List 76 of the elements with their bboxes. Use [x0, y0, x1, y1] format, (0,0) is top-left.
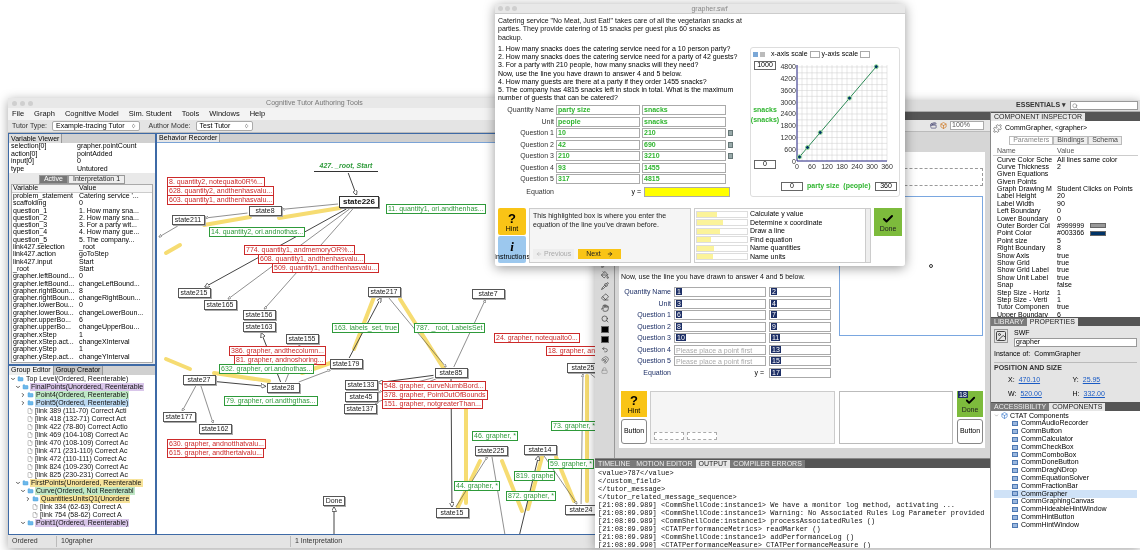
checkmark-icon: [964, 395, 976, 406]
magnet-icon[interactable]: [600, 356, 609, 364]
edge-arrow[interactable]: [331, 506, 337, 534]
equation-field[interactable]: [644, 186, 730, 197]
highlight-stroke: [277, 206, 342, 220]
dropdown-caret-icon: [244, 123, 250, 129]
symbol-icon: [994, 329, 1008, 343]
folder-icon: [32, 496, 39, 502]
stroke-color-swatch[interactable]: [600, 326, 609, 333]
expanded-caret-icon[interactable]: [15, 384, 21, 390]
notepad-icon[interactable]: [728, 141, 733, 148]
highlight-stroke: [164, 243, 182, 255]
file-icon: [27, 472, 33, 478]
file-icon: [27, 424, 33, 430]
edge-arrow[interactable]: [216, 381, 267, 389]
folder-icon: [27, 488, 34, 494]
collapsed-caret-icon[interactable]: [25, 496, 31, 502]
file-icon: [27, 440, 33, 446]
state-node[interactable]: state226: [339, 196, 379, 208]
notepad-icon[interactable]: [728, 153, 733, 160]
nav-button[interactable]: [687, 432, 717, 440]
expanded-caret-icon[interactable]: [15, 480, 21, 486]
folder-icon: [27, 520, 34, 526]
collapsed-caret-icon[interactable]: [20, 392, 26, 398]
nav-button[interactable]: [654, 432, 684, 440]
highlight-stroke: [202, 215, 252, 227]
file-icon: [32, 512, 38, 518]
expanded-caret-icon[interactable]: [20, 520, 26, 526]
scale-field[interactable]: [860, 51, 871, 58]
folder-icon: [22, 480, 29, 486]
edge-arrow[interactable]: [377, 374, 434, 385]
checkmark-icon: [882, 212, 894, 225]
search-field[interactable]: [1070, 101, 1138, 110]
color-swatch[interactable]: [1090, 223, 1107, 229]
eraser-icon[interactable]: [600, 293, 609, 301]
highlight-stroke: [164, 357, 192, 371]
highlight-stroke: [212, 371, 271, 383]
data-point[interactable]: [797, 154, 802, 160]
data-point[interactable]: [805, 145, 810, 150]
file-icon: [27, 456, 33, 462]
scrollbar[interactable]: [865, 209, 870, 262]
edge-arrow[interactable]: [348, 297, 382, 359]
left-arrow-icon: [536, 251, 542, 257]
paint-bucket-icon[interactable]: [600, 271, 609, 279]
notepad-icon[interactable]: [728, 130, 733, 137]
cube-icon[interactable]: [940, 122, 947, 129]
folder-icon: [22, 384, 29, 390]
scale-field[interactable]: [809, 51, 820, 58]
package-icon: [1001, 412, 1008, 420]
file-icon: [27, 448, 33, 454]
data-point[interactable]: [873, 64, 879, 70]
eyedropper-icon[interactable]: [600, 282, 609, 290]
component-icon: [993, 123, 1002, 133]
fill-color-swatch[interactable]: [600, 336, 609, 343]
dropdown-caret-icon: [130, 123, 136, 129]
folder-icon: [27, 392, 34, 398]
expanded-caret-icon[interactable]: [20, 488, 26, 494]
file-icon: [27, 416, 33, 422]
file-icon: [27, 432, 33, 438]
data-point[interactable]: [847, 95, 852, 101]
collapsed-caret-icon[interactable]: [20, 400, 26, 406]
search-icon: [1072, 102, 1078, 109]
swap-colors-icon[interactable]: [600, 346, 609, 353]
file-icon: [32, 504, 38, 510]
clapperboard-icon[interactable]: [930, 122, 937, 129]
folder-icon: [27, 400, 34, 406]
file-icon: [27, 408, 33, 414]
color-swatch[interactable]: [1090, 230, 1107, 236]
data-point[interactable]: [817, 130, 823, 135]
expanded-caret-icon[interactable]: [10, 376, 16, 382]
hand-icon[interactable]: [600, 304, 609, 312]
right-arrow-icon: [606, 251, 613, 257]
zoom-icon[interactable]: [600, 315, 609, 323]
folder-icon: [17, 376, 24, 382]
edge-arrow[interactable]: [347, 172, 358, 196]
file-icon: [27, 464, 33, 470]
